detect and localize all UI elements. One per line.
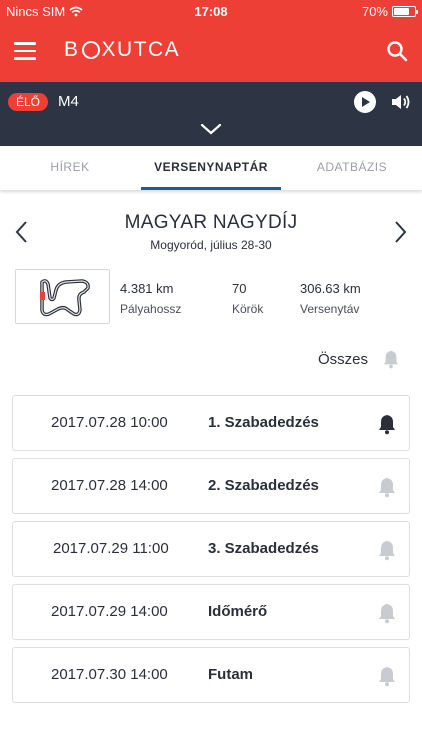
stat-label: Versenytáv bbox=[300, 302, 360, 316]
session-name: Időmérő bbox=[208, 603, 268, 620]
app-header: Nincs SIM 17:08 70% B XUTCA bbox=[0, 0, 422, 82]
notify-all-label: Összes bbox=[317, 350, 368, 368]
hamburger-icon[interactable] bbox=[14, 42, 36, 60]
session-name: 3. Szabadedzés bbox=[208, 540, 319, 557]
status-bar: Nincs SIM 17:08 70% bbox=[0, 0, 422, 22]
stat-label: Pályahossz bbox=[120, 302, 182, 316]
track-map bbox=[15, 269, 110, 324]
session-row[interactable]: 2017.07.29 14:00 Időmérő bbox=[12, 584, 410, 640]
bell-icon[interactable] bbox=[377, 476, 397, 498]
session-row[interactable]: 2017.07.28 14:00 2. Szabadedzés bbox=[12, 458, 410, 514]
tab-bar: HÍREK VERSENYNAPTÁR ADATBÁZIS bbox=[0, 146, 422, 190]
session-datetime: 2017.07.28 14:00 bbox=[51, 477, 168, 494]
tab-database[interactable]: ADATBÁZIS bbox=[282, 146, 422, 190]
session-datetime: 2017.07.29 11:00 bbox=[53, 540, 169, 557]
bell-icon[interactable] bbox=[382, 349, 400, 369]
bell-icon[interactable] bbox=[377, 413, 397, 435]
session-datetime: 2017.07.30 14:00 bbox=[51, 666, 168, 683]
session-row[interactable]: 2017.07.28 10:00 1. Szabadedzés bbox=[12, 395, 410, 451]
stat-race-distance: 306.63 km Versenytáv bbox=[300, 281, 361, 316]
search-icon[interactable] bbox=[386, 40, 408, 62]
volume-icon[interactable] bbox=[390, 92, 412, 112]
race-header: MAGYAR NAGYDÍJ Mogyoród, július 28-30 bbox=[0, 208, 422, 258]
battery-info: 70% bbox=[361, 4, 418, 19]
notify-all-row[interactable]: Összes bbox=[318, 349, 400, 369]
logo-ring-icon bbox=[81, 41, 100, 59]
logo-text-right: XUTCA bbox=[101, 38, 181, 61]
session-name: 2. Szabadedzés bbox=[208, 477, 319, 494]
bell-icon[interactable] bbox=[377, 539, 397, 561]
session-name: 1. Szabadedzés bbox=[208, 414, 319, 431]
status-time: 17:08 bbox=[194, 4, 228, 19]
live-player-bar: ÉLŐ M4 bbox=[0, 82, 422, 146]
stat-label: Körök bbox=[232, 302, 264, 316]
track-map-icon bbox=[40, 279, 90, 317]
session-datetime: 2017.07.28 10:00 bbox=[51, 414, 168, 431]
bell-icon[interactable] bbox=[377, 602, 397, 624]
session-datetime: 2017.07.29 14:00 bbox=[51, 603, 168, 620]
chevron-right-icon[interactable] bbox=[392, 220, 408, 244]
stat-value: 4.381 km bbox=[120, 281, 174, 296]
race-subtitle: Mogyoród, július 28-30 bbox=[150, 238, 272, 252]
stat-value: 306.63 km bbox=[300, 281, 361, 296]
stat-value: 70 bbox=[232, 281, 247, 296]
tab-race-calendar[interactable]: VERSENYNAPTÁR bbox=[141, 146, 281, 190]
stat-track-length: 4.381 km Pályahossz bbox=[120, 281, 181, 316]
logo-text-left: B bbox=[64, 38, 80, 61]
session-row[interactable]: 2017.07.30 14:00 Futam bbox=[12, 647, 410, 703]
tab-news[interactable]: HÍREK bbox=[0, 146, 140, 190]
battery-percent: 70% bbox=[361, 4, 388, 19]
live-channel: M4 bbox=[58, 93, 79, 110]
live-badge: ÉLŐ bbox=[8, 93, 49, 111]
bell-icon[interactable] bbox=[377, 665, 397, 687]
session-name: Futam bbox=[208, 666, 253, 683]
chevron-down-icon[interactable] bbox=[200, 122, 222, 136]
play-icon[interactable] bbox=[354, 91, 376, 113]
session-row[interactable]: 2017.07.29 11:00 3. Szabadedzés bbox=[12, 521, 410, 577]
stat-laps: 70 Körök bbox=[232, 281, 263, 316]
battery-icon bbox=[392, 6, 418, 17]
app-logo: B XUTCA bbox=[64, 38, 180, 62]
app-bar: B XUTCA bbox=[0, 22, 422, 82]
race-title: MAGYAR NAGYDÍJ bbox=[124, 212, 298, 233]
